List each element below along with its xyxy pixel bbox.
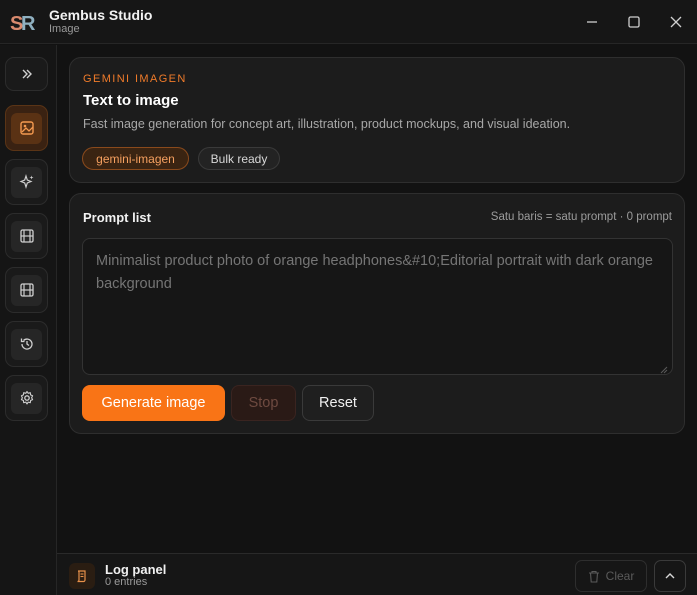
- sidebar-item-settings[interactable]: [5, 375, 48, 421]
- image-icon: [19, 121, 34, 135]
- generate-image-button[interactable]: Generate image: [82, 385, 225, 421]
- sidebar-item-generate[interactable]: [5, 159, 48, 205]
- app-subtitle: Image: [49, 23, 80, 35]
- sidebar-expand-button[interactable]: [5, 57, 48, 91]
- minimize-button[interactable]: [580, 10, 604, 34]
- title-bar: S R Gembus Studio Image: [0, 0, 697, 44]
- sidebar-item-image[interactable]: [5, 105, 48, 151]
- model-card: GEMINI IMAGEN Text to image Fast image g…: [69, 57, 685, 183]
- prompt-textarea[interactable]: [82, 238, 673, 375]
- sidebar-item-generate-bg: [11, 166, 42, 198]
- close-icon: [670, 16, 682, 28]
- bulk-ready-chip: Bulk ready: [198, 147, 280, 170]
- sidebar-item-settings-bg: [11, 382, 42, 414]
- maximize-icon: [628, 16, 640, 28]
- history-icon: [20, 338, 33, 350]
- sidebar: [0, 45, 57, 595]
- film-icon: [19, 283, 34, 297]
- model-description: Fast image generation for concept art, i…: [83, 117, 571, 131]
- sidebar-item-video[interactable]: [5, 213, 48, 259]
- maximize-button[interactable]: [622, 10, 646, 34]
- clear-log-label: Clear: [605, 569, 635, 583]
- sidebar-item-video-2[interactable]: [5, 267, 48, 313]
- log-panel: Log panel 0 entries Clear: [57, 553, 697, 595]
- stop-button[interactable]: Stop: [231, 385, 296, 421]
- app-logo: S R: [10, 13, 36, 35]
- resize-grip-icon[interactable]: [660, 366, 668, 374]
- sidebar-item-video-2-bg: [11, 274, 42, 306]
- sidebar-item-history[interactable]: [5, 321, 48, 367]
- expand-icon: [22, 69, 32, 79]
- model-title: Text to image: [83, 92, 179, 109]
- sidebar-item-history-bg: [11, 328, 42, 360]
- scroll-icon: [77, 570, 86, 583]
- prompt-list-title: Prompt list: [83, 210, 151, 225]
- log-entry-count: 0 entries: [105, 576, 148, 588]
- trash-icon: [588, 570, 599, 583]
- minimize-icon: [587, 21, 597, 23]
- toggle-log-panel-button[interactable]: [654, 560, 686, 592]
- app-title: Gembus Studio: [49, 7, 153, 23]
- prompt-count-hint: Satu baris = satu prompt · 0 prompt: [490, 211, 672, 223]
- prompt-card: Prompt list Satu baris = satu prompt · 0…: [69, 193, 685, 434]
- sidebar-item-image-bg: [11, 112, 42, 144]
- film-icon: [19, 229, 34, 243]
- chevron-up-icon: [665, 573, 675, 579]
- log-icon-wrap: [69, 563, 95, 589]
- gear-icon: [20, 390, 33, 405]
- clear-log-button[interactable]: Clear: [575, 560, 647, 592]
- model-eyebrow: GEMINI IMAGEN: [83, 73, 187, 85]
- reset-button[interactable]: Reset: [302, 385, 374, 421]
- model-chip: gemini-imagen: [82, 147, 189, 170]
- sparkles-icon: [18, 174, 33, 189]
- log-panel-title: Log panel: [105, 562, 167, 577]
- sidebar-item-video-bg: [11, 220, 42, 252]
- svg-text:R: R: [21, 13, 36, 35]
- close-button[interactable]: [664, 10, 688, 34]
